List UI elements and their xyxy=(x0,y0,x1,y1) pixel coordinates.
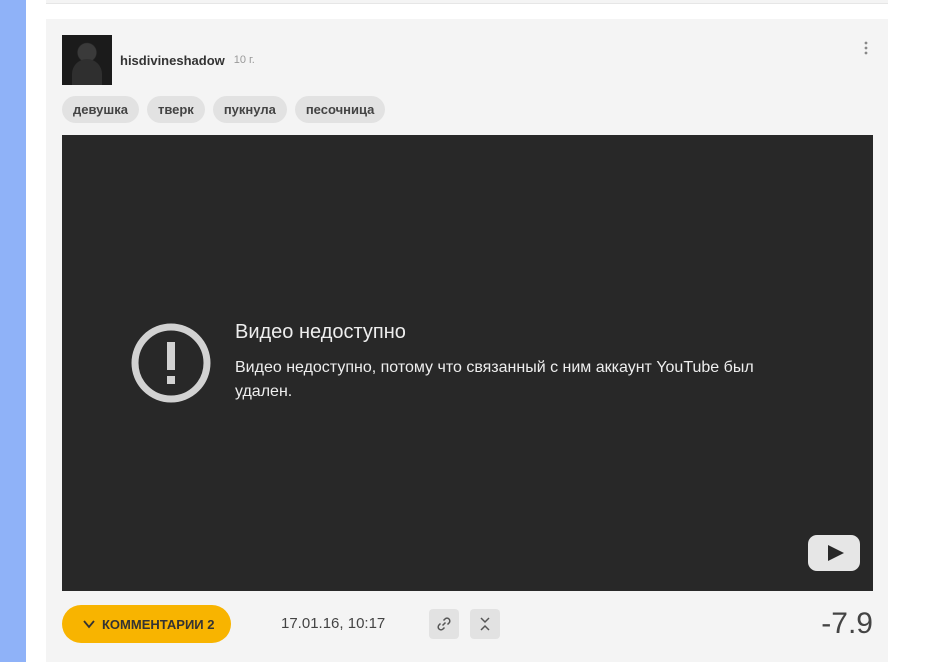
warning-icon xyxy=(131,323,211,403)
comments-label: КОММЕНТАРИИ 2 xyxy=(102,616,215,632)
more-options-icon[interactable] xyxy=(860,41,872,59)
post-rating: -7.9 xyxy=(821,607,873,640)
video-error-message: Видео недоступно, потому что связанный с… xyxy=(235,359,754,400)
video-player[interactable]: Видео недоступно Видео недоступно, потом… xyxy=(62,135,873,591)
collapse-button[interactable] xyxy=(470,609,500,639)
youtube-play-icon[interactable] xyxy=(808,535,860,571)
link-icon xyxy=(437,617,451,631)
post-footer: КОММЕНТАРИИ 2 17.01.16, 10:17 -7.9 xyxy=(62,605,873,643)
link-button[interactable] xyxy=(429,609,459,639)
post-header: hisdivineshadow 10 г. xyxy=(62,35,255,85)
tag-list: девушка тверк пукнула песочница xyxy=(62,96,386,123)
comments-button[interactable]: КОММЕНТАРИИ 2 xyxy=(62,605,232,643)
tag-item[interactable]: пукнула xyxy=(212,96,287,123)
post-card: hisdivineshadow 10 г. девушка тверк пукн… xyxy=(46,19,888,662)
left-sidebar-strip xyxy=(0,0,26,662)
chevron-down-icon xyxy=(83,620,95,629)
post-age: 10 г. xyxy=(233,54,255,66)
username-link[interactable]: hisdivineshadow xyxy=(120,53,225,68)
previous-post-edge xyxy=(46,0,888,4)
post-date: 17.01.16, 10:17 xyxy=(281,615,386,632)
video-error-title: Видео недоступно xyxy=(235,321,406,343)
avatar[interactable] xyxy=(62,35,112,85)
collapse-icon xyxy=(480,617,490,631)
tag-item[interactable]: тверк xyxy=(146,96,205,123)
tag-item[interactable]: песочница xyxy=(294,96,386,123)
tag-item[interactable]: девушка xyxy=(62,96,139,123)
